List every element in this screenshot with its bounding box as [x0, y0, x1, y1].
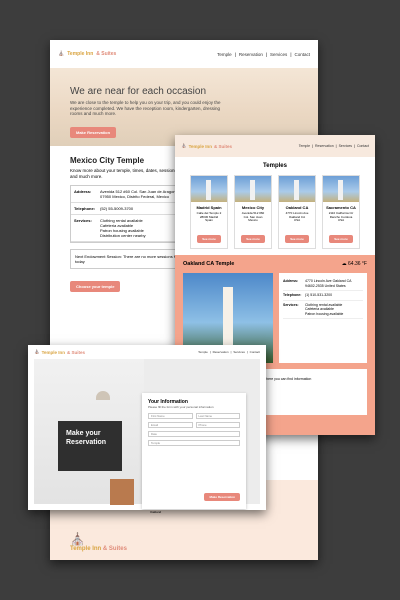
- phone-label: Telephone:: [74, 206, 96, 211]
- reservation-page-mockup: ⛪ Temple Inn & Suites Temple | Reservatio…: [28, 345, 266, 510]
- card-address: 2110 California Cir Rancho Cordova USA: [328, 211, 354, 223]
- nav-services[interactable]: Services: [233, 350, 245, 354]
- card-name: Madrid Spain: [196, 205, 222, 210]
- detail-panel: Address: 4770 Lincoln Ave Oakland CA 9460…: [279, 273, 367, 363]
- brand-name: Temple Inn: [70, 546, 102, 552]
- card-address: Calle del Templo 2 28030 Madrid Spain: [196, 211, 222, 223]
- nav-contact[interactable]: Contact: [250, 350, 260, 354]
- nav-services[interactable]: Services: [270, 52, 287, 57]
- main-nav: Temple | Reservation | Services | Contact: [198, 350, 260, 354]
- brand-logo[interactable]: ⛪ Temple Inn & Suites: [181, 143, 232, 149]
- make-reservation-heading: Make your Reservation: [58, 421, 122, 471]
- temple-image: [235, 176, 271, 202]
- cabinet-shape: [110, 479, 134, 505]
- address-label: Address:: [283, 279, 299, 283]
- address-value: Avenida 512 #60 Col. San Juan de Aragon …: [100, 189, 176, 199]
- see-more-button[interactable]: See more: [241, 235, 265, 243]
- nav-reservation[interactable]: Reservation: [213, 350, 229, 354]
- hero-title: We are near for each occasion: [70, 86, 207, 97]
- choose-temple-button[interactable]: Choose your temple: [70, 281, 121, 292]
- temple-lead: Know more about your temple, times, date…: [70, 168, 177, 179]
- temple-card: Madrid Spain Calle del Templo 2 28030 Mad…: [190, 175, 228, 249]
- temple-image: [323, 176, 359, 202]
- services-value: Clothing rental available Cafeteria avai…: [305, 302, 344, 316]
- see-more-button[interactable]: See more: [197, 235, 221, 243]
- phone-label: Telephone:: [283, 293, 302, 297]
- nav-reservation[interactable]: Reservation: [315, 144, 334, 148]
- temple-icon: ⛪: [181, 143, 187, 148]
- brand-suffix: & Suites: [96, 51, 117, 57]
- nav-contact[interactable]: Contact: [357, 144, 369, 148]
- header: ⛪ Temple Inn & Suites Temple | Reservatio…: [175, 135, 375, 157]
- services-label: Services:: [283, 302, 299, 307]
- brand-suffix: & Suites: [214, 143, 233, 149]
- detail-title: Oakland CA Temple: [183, 261, 235, 267]
- last-name-field[interactable]: Last Name: [195, 413, 240, 419]
- card-name: Mexico City: [241, 205, 265, 210]
- brand-name: Temple Inn: [41, 349, 66, 355]
- brand-suffix: & Suites: [102, 546, 127, 552]
- card-name: Sacramento CA: [326, 205, 356, 210]
- cloud-icon: ☁: [341, 261, 347, 267]
- lamp-shape: [96, 391, 110, 400]
- phone-field[interactable]: Phone: [195, 422, 240, 428]
- brand-name: Temple Inn: [67, 51, 94, 57]
- nav-contact[interactable]: Contact: [294, 52, 310, 57]
- temple-card: Mexico City Avenida 512 #60 Col. San Juan…: [234, 175, 272, 249]
- temples-section: Temples Madrid Spain Calle del Templo 2 2…: [175, 157, 375, 255]
- main-nav: Temple | Reservation | Services | Contac…: [217, 51, 310, 57]
- card-address: 4770 Lincoln Ave Oakland CA USA: [285, 211, 309, 223]
- main-nav: Temple | Reservation | Services | Contact: [298, 144, 369, 148]
- card-name: Oakland CA: [285, 205, 309, 210]
- phone-value: (1) 510-531-3200: [305, 293, 333, 297]
- submit-reservation-button[interactable]: Make Reservation: [204, 493, 240, 501]
- see-more-button[interactable]: See more: [329, 235, 353, 243]
- temple-image: [191, 176, 227, 202]
- nav-temple[interactable]: Temple: [198, 350, 208, 354]
- temple-cards: Madrid Spain Calle del Templo 2 28030 Mad…: [185, 175, 365, 249]
- temple-icon: ⛪: [70, 532, 85, 546]
- address-value: 4770 Lincoln Ave Oakland CA 94602-2535 U…: [305, 279, 352, 288]
- services-label: Services:: [74, 218, 92, 223]
- temple-select[interactable]: Temple: [148, 440, 240, 446]
- nav-temple[interactable]: Temple: [217, 52, 232, 57]
- temple-details: Address: Avenida 512 #60 Col. San Juan de…: [70, 185, 180, 243]
- brand-logo[interactable]: ⛪ Temple Inn & Suites: [34, 349, 85, 355]
- reservation-form: Your Information Please fill the form wi…: [142, 393, 246, 509]
- card-address: Avenida 512 #60 Col. San Juan Mexico: [241, 211, 265, 223]
- nav-reservation[interactable]: Reservation: [239, 52, 263, 57]
- email-field[interactable]: Email: [148, 422, 193, 428]
- temple-icon: ⛪: [58, 51, 65, 57]
- nav-services[interactable]: Services: [339, 144, 352, 148]
- date-field[interactable]: Date: [148, 431, 240, 437]
- address-label: Address:: [74, 189, 92, 194]
- temple-card: Sacramento CA 2110 California Cir Rancho …: [322, 175, 360, 249]
- brand-name: Temple Inn: [188, 143, 213, 149]
- phone-value: (52) 55-5009-3700: [100, 206, 134, 211]
- temple-icon: ⛪: [34, 349, 40, 354]
- hero-text: We are close to the temple to help you o…: [70, 100, 221, 116]
- see-more-button[interactable]: See more: [285, 235, 309, 243]
- form-subtitle: Please fill the form with your personal …: [148, 405, 214, 409]
- footer-link[interactable]: Oakland: [150, 510, 161, 514]
- temple-image: [279, 176, 315, 202]
- header: ⛪ Temple Inn & Suites Temple | Reservatio…: [28, 345, 266, 359]
- session-box: Next Endowment Session: There are no mor…: [70, 249, 188, 269]
- make-reservation-button[interactable]: Make Reservation: [70, 126, 117, 138]
- temples-title: Temples: [263, 163, 287, 169]
- nav-temple[interactable]: Temple: [299, 144, 310, 148]
- services-value: Clothing rental available Cafeteria avai…: [100, 218, 146, 238]
- first-name-field[interactable]: First Name: [148, 413, 193, 419]
- brand-logo[interactable]: ⛪ Temple Inn & Suites: [58, 51, 116, 57]
- reservation-content: Make your Reservation Your Information P…: [34, 359, 260, 509]
- temperature: 64.36 °F: [348, 261, 367, 267]
- temple-card: Oakland CA 4770 Lincoln Ave Oakland CA US…: [278, 175, 316, 249]
- brand-suffix: & Suites: [67, 349, 86, 355]
- header: ⛪ Temple Inn & Suites Temple | Reservati…: [50, 40, 318, 68]
